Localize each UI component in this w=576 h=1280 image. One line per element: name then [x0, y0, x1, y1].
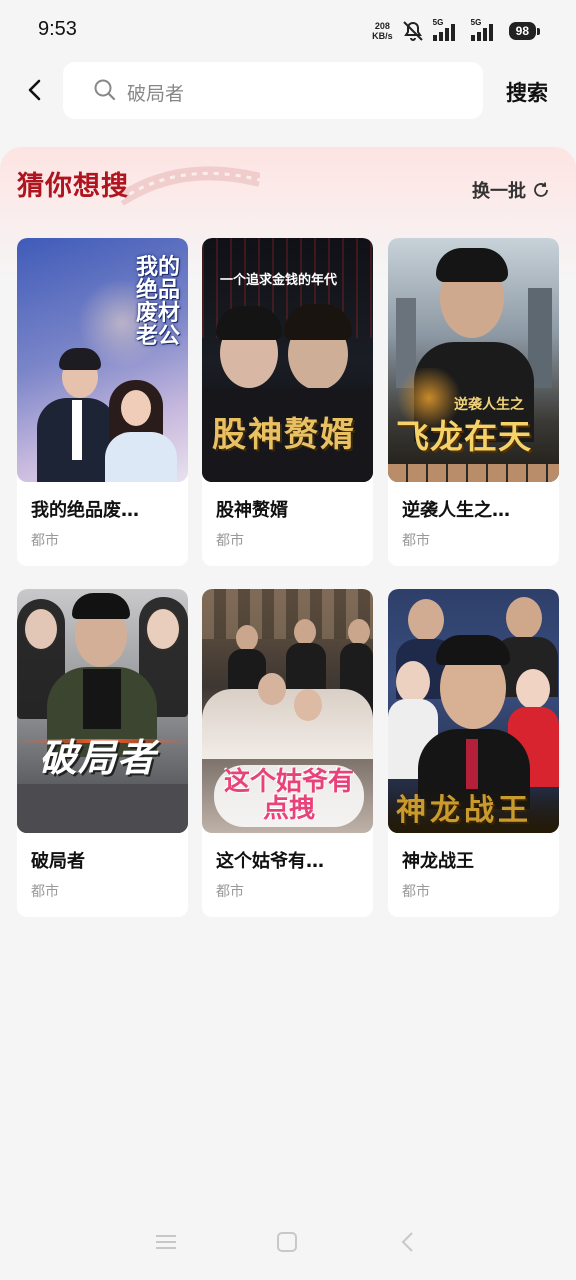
drama-title: 破局者 [31, 851, 85, 872]
poster-image: 逆袭人生之 飞龙在天 [388, 238, 559, 482]
drama-card[interactable]: 我的绝品废材老公 我的绝品废… 都市 [17, 238, 188, 566]
poster-title: 股神赘婿 [212, 415, 356, 455]
poster-image: 神龙战王 [388, 589, 559, 833]
refresh-button[interactable]: 换一批 [472, 177, 550, 203]
drama-genre: 都市 [216, 533, 244, 549]
drama-title: 股神赘婿 [216, 500, 288, 521]
poster-title: 破局者 [39, 736, 157, 780]
drama-title: 逆袭人生之… [402, 500, 510, 521]
drama-card[interactable]: 神龙战王 神龙战王 都市 [388, 589, 559, 917]
drama-card[interactable]: 一个追求金钱的年代 股神赘婿 股神赘婿 都市 [202, 238, 373, 566]
poster-title: 这个姑爷有点拽 [224, 767, 355, 825]
drama-title: 神龙战王 [402, 851, 474, 872]
network-speed: 208 KB/s [372, 21, 393, 41]
status-time: 9:53 [38, 18, 77, 40]
drama-title: 我的绝品废… [31, 500, 139, 521]
system-nav-bar [0, 1210, 576, 1280]
mute-icon [402, 21, 423, 41]
status-icons: 208 KB/s 5G 5G 98 [372, 18, 541, 44]
search-input-value: 破局者 [127, 83, 185, 105]
poster-title: 神龙战王 [396, 793, 532, 828]
home-icon[interactable] [275, 1230, 299, 1254]
film-strip-decoration [120, 166, 260, 206]
poster-image: 破局者 [17, 589, 188, 833]
poster-image: 我的绝品废材老公 [17, 238, 188, 482]
signal-sim2-icon: 5G [470, 18, 501, 41]
poster-subtitle: 逆袭人生之 [454, 397, 524, 413]
status-bar: 9:53 208 KB/s 5G 5G 98 [0, 0, 576, 60]
drama-genre: 都市 [31, 533, 59, 549]
drama-card[interactable]: 这个姑爷有点拽 这个姑爷有… 都市 [202, 589, 373, 917]
drama-card[interactable]: 破局者 破局者 都市 [17, 589, 188, 917]
poster-title: 飞龙在天 [396, 417, 532, 456]
back-arrow-icon[interactable] [22, 76, 50, 104]
refresh-label: 换一批 [472, 181, 526, 202]
drama-genre: 都市 [216, 884, 244, 900]
poster-subtitle: 一个追求金钱的年代 [220, 273, 338, 288]
search-button[interactable]: 搜索 [506, 77, 548, 107]
section-title: 猜你想搜 [17, 171, 129, 202]
drama-title: 这个姑爷有… [216, 851, 324, 872]
search-input[interactable]: 破局者 [63, 62, 483, 119]
poster-image: 这个姑爷有点拽 [202, 589, 373, 833]
poster-title: 我的绝品废材老公 [136, 255, 181, 350]
menu-icon[interactable] [154, 1230, 178, 1254]
refresh-icon [534, 182, 548, 197]
poster-image: 一个追求金钱的年代 股神赘婿 [202, 238, 373, 482]
battery-indicator: 98 [508, 22, 541, 40]
back-nav-icon[interactable] [396, 1230, 420, 1254]
drama-genre: 都市 [402, 533, 430, 549]
signal-sim1-icon: 5G [432, 18, 463, 41]
drama-genre: 都市 [31, 884, 59, 900]
drama-card[interactable]: 逆袭人生之 飞龙在天 逆袭人生之… 都市 [388, 238, 559, 566]
drama-genre: 都市 [402, 884, 430, 900]
search-icon [94, 79, 116, 101]
